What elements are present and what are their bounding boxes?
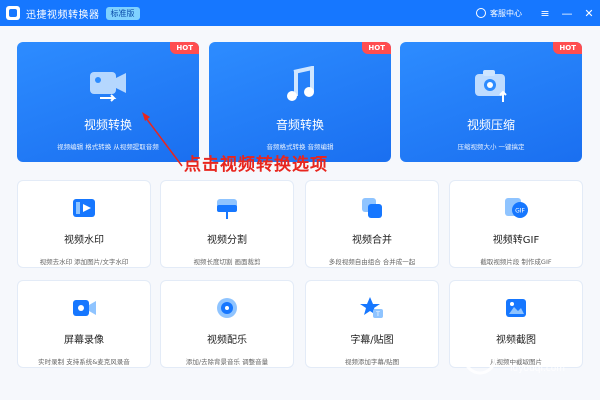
merge-card[interactable]: 视频合并 多段视频自由组合 合并成一起 — [305, 180, 439, 268]
card-title: 视频分割 — [207, 235, 247, 246]
title-bar: 迅捷视频转换器 标准版 客服中心 ≡ — ✕ — [0, 0, 600, 26]
music-icon — [217, 298, 237, 318]
customer-service-icon[interactable] — [476, 8, 486, 18]
split-card[interactable]: 视频分割 视频长度切割 画面裁剪 — [160, 180, 294, 268]
card-desc: 多段视频自由组合 合并成一起 — [328, 258, 416, 266]
screen-record-card[interactable]: 屏幕录像 实时录制 支持系统&麦克风录音 — [17, 280, 151, 368]
customer-service-link[interactable]: 客服中心 — [490, 8, 522, 19]
title-bar-right: 客服中心 ≡ — ✕ — [476, 0, 600, 26]
card-title: 视频合并 — [352, 235, 392, 246]
card-title: 字幕/贴图 — [350, 335, 394, 346]
card-title: 屏幕录像 — [64, 335, 104, 346]
card-title: 视频转GIF — [492, 235, 540, 246]
video-compress-card[interactable]: HOT 视频压缩 压缩视频大小 一键搞定 — [400, 42, 582, 162]
card-title: 音频转换 — [275, 118, 324, 132]
card-title: 视频水印 — [64, 235, 104, 246]
app-title: 迅捷视频转换器 — [26, 9, 100, 21]
watermark-card[interactable]: 视频水印 视频去水印 添加图片/文字水印 — [17, 180, 151, 268]
subtitle-icon: T — [360, 297, 383, 318]
screenshot-icon — [506, 299, 526, 317]
menu-button[interactable]: ≡ — [534, 0, 556, 26]
svg-text:T: T — [375, 311, 380, 318]
close-button[interactable]: ✕ — [578, 0, 600, 26]
card-desc: 压缩视频大小 一键搞定 — [457, 143, 525, 151]
gif-card[interactable]: GIF 视频转GIF 截取视频片段 制作成GIF — [449, 180, 583, 268]
card-title: 视频压缩 — [466, 118, 515, 132]
card-desc: 视频长度切割 画面裁剪 — [193, 258, 261, 266]
edition-badge: 标准版 — [105, 6, 140, 20]
card-title: 视频配乐 — [207, 335, 247, 346]
card-desc: 视频去水印 添加图片/文字水印 — [39, 258, 129, 266]
audio-convert-card[interactable]: HOT 音频转换 音频格式转换 音频编辑 — [209, 42, 391, 162]
card-desc: 截取视频片段 制作成GIF — [480, 258, 552, 266]
subtitle-card[interactable]: T 字幕/贴图 视频添加字幕/贴图 — [305, 280, 439, 368]
app-logo-icon — [6, 6, 20, 20]
annotation-text: 点击视频转换选项 — [184, 155, 328, 175]
card-desc: 添加/去除背景音乐 调整音量 — [185, 358, 269, 366]
card-desc: 视频添加字幕/贴图 — [344, 358, 400, 366]
merge-icon — [362, 198, 382, 218]
audio-convert-icon — [287, 65, 314, 101]
minimize-button[interactable]: — — [556, 0, 578, 26]
hot-badge: HOT — [170, 42, 199, 54]
card-desc: 视频编辑 格式转换 从视频提取音频 — [57, 143, 159, 151]
watermark-url: luyouqi.com — [510, 364, 566, 374]
card-title: 视频转换 — [83, 118, 132, 132]
card-desc: 实时录制 支持系统&麦克风录音 — [38, 358, 130, 366]
svg-text:GIF: GIF — [515, 208, 525, 215]
video-compress-icon — [475, 70, 507, 102]
video-convert-card[interactable]: HOT 视频转换 视频编辑 格式转换 从视频提取音频 — [17, 42, 199, 162]
hot-badge: HOT — [362, 42, 391, 54]
router-logo-icon — [463, 341, 497, 375]
video-convert-icon — [90, 72, 126, 102]
watermark-icon — [73, 199, 95, 217]
screen-record-icon — [73, 300, 96, 316]
gif-icon: GIF — [505, 198, 528, 218]
watermark-text: 路由器 — [502, 342, 562, 363]
music-card[interactable]: 视频配乐 添加/去除背景音乐 调整音量 — [160, 280, 294, 368]
hot-badge: HOT — [553, 42, 582, 54]
split-icon — [217, 199, 237, 219]
site-watermark: 路由器 luyouqi.com — [462, 338, 592, 388]
